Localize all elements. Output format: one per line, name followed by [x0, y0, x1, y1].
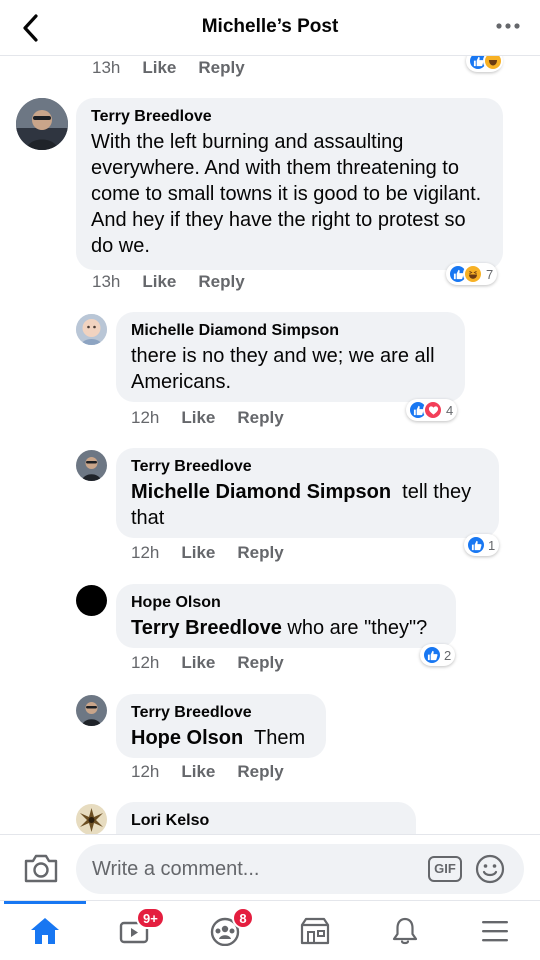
notification-badge: 8: [232, 907, 254, 929]
comment-meta: 12h Like Reply: [131, 543, 284, 563]
avatar[interactable]: [76, 585, 107, 616]
marketplace-icon: [300, 917, 330, 945]
avatar[interactable]: [76, 695, 107, 726]
reply-button[interactable]: Reply: [237, 543, 283, 563]
home-icon: [31, 918, 59, 944]
avatar[interactable]: [76, 314, 107, 345]
camera-icon[interactable]: [22, 852, 60, 884]
comment-author[interactable]: Terry Breedlove: [131, 704, 312, 722]
comment-time: 12h: [131, 762, 160, 781]
nav-marketplace[interactable]: [270, 901, 360, 960]
like-button[interactable]: Like: [181, 543, 215, 563]
reaction-count: 2: [444, 647, 452, 663]
reply-button[interactable]: Reply: [237, 762, 283, 782]
haha-icon: [463, 264, 483, 284]
reaction-summary[interactable]: 4: [406, 399, 458, 421]
reaction-summary[interactable]: 7: [446, 263, 498, 285]
haha-icon: [483, 56, 503, 71]
comment-bubble[interactable]: Terry Breedlove Hope Olson Them: [116, 694, 326, 758]
like-icon: [422, 645, 442, 665]
like-button[interactable]: Like: [181, 408, 215, 428]
comment-text: Michelle Diamond Simpson tell they that: [131, 479, 485, 531]
comment-author[interactable]: Michelle Diamond Simpson: [131, 322, 451, 340]
like-button[interactable]: Like: [142, 272, 176, 292]
reaction-count: 4: [446, 402, 454, 418]
comment-text: there is no they and we; we are all Amer…: [131, 345, 435, 393]
gif-button[interactable]: GIF: [428, 856, 462, 882]
comment-time: 12h: [131, 653, 160, 672]
comment-input[interactable]: Write a comment... GIF: [76, 844, 524, 894]
page-title: Michelle’s Post: [201, 16, 339, 37]
comment-author[interactable]: Terry Breedlove: [91, 108, 489, 126]
comment-time: 13h: [92, 58, 121, 77]
comment-text: Terry Breedlove who are "they"?: [131, 615, 442, 641]
notification-badge: 9+: [136, 907, 165, 929]
comment-meta: 12h Like Reply: [131, 408, 284, 428]
mention-link[interactable]: Terry Breedlove: [131, 617, 282, 639]
like-icon: [466, 535, 486, 555]
comment-author[interactable]: Terry Breedlove: [131, 458, 485, 476]
like-button[interactable]: Like: [181, 653, 215, 673]
nav-notifications[interactable]: [360, 901, 450, 960]
reply-button[interactable]: Reply: [237, 653, 283, 673]
notifications-icon: [392, 917, 418, 945]
love-icon: [423, 400, 443, 420]
comment-meta: 13h Like Reply: [92, 58, 245, 78]
comment-input-placeholder: Write a comment...: [92, 858, 260, 880]
top-bar: Michelle’s Post: [0, 0, 540, 56]
avatar[interactable]: [16, 98, 68, 150]
reply-button[interactable]: Reply: [237, 408, 283, 428]
nav-watch[interactable]: 9+: [90, 901, 180, 960]
comment-meta: 13h Like Reply: [92, 272, 245, 292]
comment-bubble[interactable]: Terry Breedlove Michelle Diamond Simpson…: [116, 448, 499, 538]
mention-link[interactable]: Michelle Diamond Simpson: [131, 481, 391, 503]
comment-bubble[interactable]: Terry Breedlove With the left burning an…: [76, 98, 503, 270]
comment-composer: Write a comment... GIF: [0, 834, 540, 900]
emoji-icon[interactable]: [474, 853, 506, 885]
reaction-count: 7: [486, 266, 494, 282]
bottom-navigation: 9+ 8: [0, 900, 540, 960]
nav-groups[interactable]: 8: [180, 901, 270, 960]
reply-button[interactable]: Reply: [198, 58, 244, 78]
comment-author[interactable]: Hope Olson: [131, 594, 442, 612]
mention-link[interactable]: Hope Olson: [131, 727, 243, 749]
comment-bubble[interactable]: Hope Olson Terry Breedlove who are "they…: [116, 584, 456, 648]
menu-icon: [482, 921, 508, 942]
comment-bubble[interactable]: Michelle Diamond Simpson there is no the…: [116, 312, 465, 402]
comment-text-part: tell they: [402, 481, 472, 503]
like-button[interactable]: Like: [181, 762, 215, 782]
comment-text-part: who are "they"?: [287, 617, 428, 639]
comment-meta: 12h Like Reply: [131, 762, 284, 782]
comment-time: 12h: [131, 543, 160, 562]
nav-home[interactable]: [0, 901, 90, 960]
reply-button[interactable]: Reply: [198, 272, 244, 292]
reaction-summary[interactable]: 1: [464, 534, 500, 556]
reaction-count: 1: [488, 537, 496, 553]
comment-text-part: that: [131, 507, 165, 529]
nav-menu[interactable]: [450, 901, 540, 960]
comment-time: 12h: [131, 408, 160, 427]
avatar[interactable]: [76, 450, 107, 481]
like-button[interactable]: Like: [142, 58, 176, 78]
comment-text-part: Them: [254, 727, 306, 749]
more-options-icon[interactable]: [494, 14, 522, 38]
comment-bubble[interactable]: Lori Kelso: [116, 802, 416, 834]
comment-list[interactable]: 13h Like Reply Terry Breedlove With the …: [0, 56, 540, 834]
comment-meta: 12h Like Reply: [131, 653, 284, 673]
comment-author[interactable]: Lori Kelso: [131, 812, 402, 830]
comment-time: 13h: [92, 272, 121, 291]
comment-text: Hope Olson Them: [131, 725, 312, 751]
comment-text: With the left burning and assaulting eve…: [91, 131, 482, 257]
reaction-summary[interactable]: [466, 56, 503, 72]
reaction-summary[interactable]: 2: [420, 644, 456, 666]
avatar[interactable]: [76, 804, 107, 834]
